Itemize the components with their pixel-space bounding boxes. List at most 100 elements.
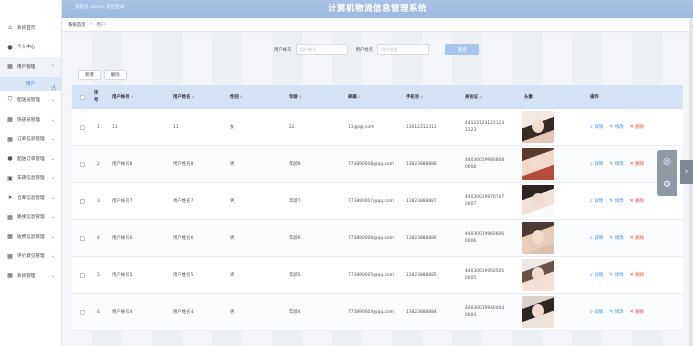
table-row[interactable]: 1 11 11 女 22 11@qq.com 13012312311 441231231231…	[72, 109, 683, 146]
edit-button[interactable]: ✎ 修改	[609, 124, 624, 130]
sidebar-item[interactable]: ● 配送订单管理 ⌄	[0, 149, 61, 169]
edit-button[interactable]: ✎ 修改	[609, 235, 624, 241]
chevron-down-icon: ⌄	[50, 155, 55, 162]
table-row[interactable]: 6 用户帐号4 用户姓名4 男 年龄4 773890004@qq.com 138238888…	[72, 294, 683, 331]
cell-age: 年龄7	[289, 199, 301, 204]
sidebar-item[interactable]: ▦ 系统管理 ⌄	[0, 266, 61, 286]
cell-phone: 13012312311	[406, 124, 437, 130]
col-name[interactable]: 用户姓名 ⇅	[173, 85, 195, 109]
col-idcard[interactable]: 身份证 ⇅	[465, 85, 482, 109]
breadcrumb-home[interactable]: 系统首页	[68, 22, 86, 28]
edit-button[interactable]: ✎ 修改	[609, 309, 624, 315]
edit-button[interactable]: ✎ 修改	[609, 161, 624, 167]
sidebar-item[interactable]: ⌂ 系统首页	[0, 18, 61, 38]
sidebar-item[interactable]: ▣ 车辆信息管理 ⌄	[0, 169, 61, 189]
cell-account: 用户帐号6	[112, 236, 133, 241]
avatar	[522, 222, 554, 254]
chevron-down-icon: ⌄	[50, 214, 55, 221]
sidebar-item[interactable]: ▦ 快递员管理 ⌄	[0, 110, 61, 130]
delete-row-button[interactable]: ✕ 删除	[630, 309, 645, 315]
row-checkbox[interactable]	[80, 294, 85, 330]
avatar	[522, 148, 554, 180]
sidebar-top	[0, 0, 61, 18]
detail-button[interactable]: ⌕ 详情	[590, 309, 603, 315]
cell-idx: 4	[97, 235, 100, 241]
close-icon: ✕	[629, 161, 634, 167]
detail-button[interactable]: ⌕ 详情	[590, 235, 603, 241]
cell-email: 773890007@qq.com	[348, 198, 394, 204]
table-header: 序号 用户帐号 ⇅ 用户姓名 ⇅ 性别 ⇅ 年龄 ⇅ 邮箱 ⇅ 手机号 ⇅ 身份证 ⇅ 头像 …	[72, 85, 683, 109]
col-phone[interactable]: 手机号 ⇅	[406, 85, 423, 109]
breadcrumb: 系统首页 » 用户	[62, 18, 693, 32]
row-checkbox[interactable]	[80, 109, 85, 145]
cell-age: 年龄5	[289, 273, 301, 278]
detail-button[interactable]: ⌕ 详情	[590, 124, 603, 130]
sidebar-item[interactable]: ▦ 订单信息管理 ⌄	[0, 130, 61, 150]
search-button[interactable]: 查询	[445, 44, 480, 55]
sidebar-item-label: 车辆信息管理	[17, 176, 45, 182]
name-search-input[interactable]	[377, 44, 430, 55]
table-row[interactable]: 2 用户帐号8 用户姓名8 男 年龄8 773890008@qq.com 138238888…	[72, 146, 683, 183]
col-email[interactable]: 邮箱 ⇅	[348, 85, 361, 109]
sidebar-item[interactable]: ● 个人中心	[0, 38, 61, 58]
cell-idx: 3	[97, 198, 100, 204]
edit-button[interactable]: ✎ 修改	[609, 272, 624, 278]
delete-row-button[interactable]: ✕ 删除	[630, 124, 645, 130]
sidebar-item[interactable]: ▦ 评价意见管理 ⌄	[0, 247, 61, 267]
table-row[interactable]: 4 用户帐号6 用户姓名6 男 年龄6 773890006@qq.com 138238888…	[72, 220, 683, 257]
col-gender[interactable]: 性别 ⇅	[230, 85, 243, 109]
cell-phone: 13823888885	[406, 272, 437, 278]
edit-icon: ✎	[609, 235, 614, 241]
sidebar-item[interactable]: ⛉ 配送员管理 ⌄	[0, 91, 61, 111]
cell-phone: 13823888884	[406, 309, 437, 315]
select-all-checkbox[interactable]	[80, 85, 85, 109]
row-checkbox[interactable]	[80, 146, 85, 182]
sort-icon: ⇅	[239, 95, 243, 99]
delete-row-button[interactable]: ✕ 删除	[630, 272, 645, 278]
edit-icon: ✎	[609, 309, 614, 315]
sidebar-menu: ⌂ 系统首页 ● 个人中心 ▦ 用户管理 ⌃ 用户 ⛉ 配送员管理 ⌄ ▦ 快递员管理 ⌄ ▦ 订单信息管理 ⌄…	[0, 18, 61, 286]
camera-icon[interactable]: ◎	[657, 150, 677, 173]
sidebar-item[interactable]: ➤ 仓库信息管理 ⌄	[0, 188, 61, 208]
row-checkbox[interactable]	[80, 220, 85, 256]
delete-row-button[interactable]: ✕ 删除	[630, 235, 645, 241]
col-age[interactable]: 年龄 ⇅	[289, 85, 302, 109]
delete-button[interactable]: 删除	[103, 70, 127, 80]
sidebar-item-label: 订单信息管理	[17, 137, 45, 143]
table-row[interactable]: 3 用户帐号7 用户姓名7 男 年龄7 773890007@qq.com 138238888…	[72, 183, 683, 220]
cell-name: 用户姓名6	[173, 236, 194, 241]
account-search-input[interactable]	[295, 44, 348, 55]
col-account[interactable]: 用户帐号 ⇅	[112, 85, 134, 109]
settings-icon[interactable]: ⚙	[657, 173, 677, 196]
close-icon: ✕	[629, 235, 634, 241]
sidebar-item-label: 配送订单管理	[17, 156, 45, 162]
add-button[interactable]: 新增	[78, 70, 101, 80]
detail-button[interactable]: ⌕ 详情	[590, 161, 603, 167]
breadcrumb-separator: »	[89, 22, 93, 27]
expand-arrow-icon[interactable]: ›	[680, 160, 693, 184]
cell-idcard: 441231231231231223	[465, 121, 505, 133]
grid-icon: ▦	[7, 233, 13, 241]
sidebar-item-label: 路线信息管理	[17, 215, 45, 221]
detail-button[interactable]: ⌕ 详情	[590, 272, 603, 278]
truck-icon: ▣	[7, 174, 13, 182]
delete-row-button[interactable]: ✕ 删除	[630, 161, 645, 167]
delete-row-button[interactable]: ✕ 删除	[630, 198, 645, 204]
cell-idcard: 440300199606060006	[465, 232, 505, 244]
cell-phone: 13823888887	[406, 198, 437, 204]
sidebar-item[interactable]: ▦ 路线信息管理 ⌄	[0, 208, 61, 228]
cell-avatar	[522, 257, 554, 293]
sidebar-item[interactable]: ▦ 用户管理 ⌃	[0, 57, 61, 77]
edit-button[interactable]: ✎ 修改	[609, 198, 624, 204]
grid-icon: ▦	[7, 116, 13, 124]
sidebar-item[interactable]: ▦ 收费信息管理 ⌄	[0, 227, 61, 247]
sidebar-item-label: 用户管理	[17, 64, 36, 70]
row-checkbox[interactable]	[80, 183, 85, 219]
table-row[interactable]: 5 用户帐号5 用户姓名5 男 年龄5 773890005@qq.com 138238888…	[72, 257, 683, 294]
chevron-down-icon: ⌃	[50, 63, 55, 70]
close-icon: ✕	[629, 272, 634, 278]
detail-button[interactable]: ⌕ 详情	[590, 198, 603, 204]
row-checkbox[interactable]	[80, 257, 85, 293]
cell-name: 11	[173, 124, 179, 130]
breadcrumb-current: 用户	[96, 22, 106, 28]
